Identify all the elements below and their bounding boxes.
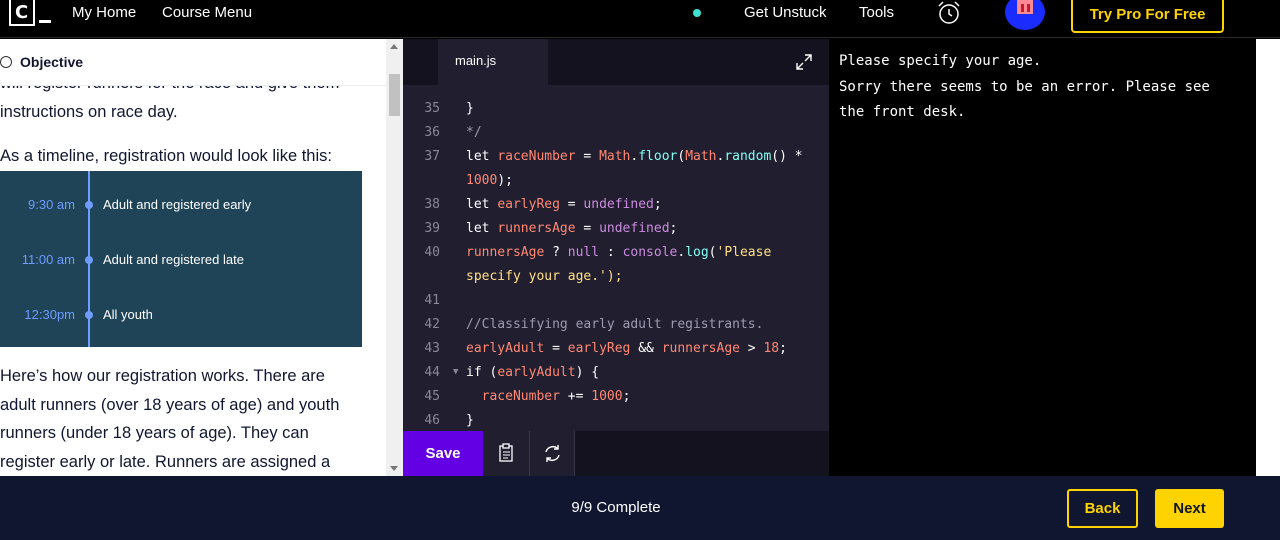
tab-main-js[interactable]: main.js [438, 39, 548, 85]
try-pro-button[interactable]: Try Pro For Free [1071, 0, 1224, 33]
clipboard-button[interactable] [483, 431, 530, 476]
line-number: 41 [424, 293, 440, 308]
refresh-icon [545, 445, 560, 462]
line-number: 45 [424, 389, 440, 404]
code-line: if (earlyAdult) { [466, 365, 600, 380]
codecademy-logo[interactable]: C [9, 0, 51, 28]
code-text: } [466, 101, 474, 116]
line-number: 39 [424, 221, 440, 236]
line-number: 46 [424, 413, 440, 428]
target-icon [0, 56, 12, 68]
scroll-thumb[interactable] [389, 74, 400, 116]
bottom-bar: 9/9 Complete Back Next [0, 476, 1280, 540]
objective-header: Objective [0, 39, 386, 86]
code-line: raceNumber += 1000; [481, 389, 631, 404]
timeline-intro: As a timeline, registration would look l… [0, 147, 332, 165]
avatar[interactable] [1005, 0, 1045, 30]
objective-title: Objective [20, 54, 84, 70]
fold-arrow-icon[interactable]: ▼ [453, 367, 458, 377]
console-output: Please specify your age. Sorry there see… [829, 39, 1256, 476]
code-line: 1000); [466, 173, 513, 188]
line-number: 42 [424, 317, 440, 332]
code-line: runnersAge ? null : console.log('Please [466, 245, 772, 260]
line-number: 36 [424, 125, 440, 140]
save-button[interactable]: Save [403, 431, 483, 476]
code-line: let raceNumber = Math.floor(Math.random(… [466, 149, 803, 164]
code-line: //Classifying early adult registrants. [466, 317, 764, 332]
refresh-button[interactable] [530, 431, 575, 476]
code-line: } [466, 413, 474, 428]
timeline-dot [85, 201, 93, 209]
code-line: let runnersAge = undefined; [466, 221, 678, 236]
logo-underscore [39, 20, 51, 23]
clipboard-icon [499, 443, 513, 462]
editor-footer: Save [403, 431, 829, 476]
code-line: specify your age.'); [466, 269, 623, 284]
timeline-time: 12:30pm [24, 307, 75, 322]
line-number: 35 [424, 101, 440, 116]
nav-my-home[interactable]: My Home [72, 4, 136, 21]
progress-status: 9/9 Complete [571, 499, 661, 516]
line-number: 38 [424, 197, 440, 212]
editor-tab-bar: main.js [403, 39, 829, 85]
logo-letter: C [15, 2, 29, 23]
code-area[interactable]: 35 } 36 */ 37 let raceNumber = Math.floo… [403, 95, 829, 431]
timeline-label: All youth [103, 307, 153, 322]
code-line: let earlyReg = undefined; [466, 197, 662, 212]
nav-tools[interactable]: Tools [859, 4, 894, 21]
timeline-dot [85, 311, 93, 319]
timeline-time: 9:30 am [28, 197, 75, 212]
code-line: earlyAdult = earlyReg && runnersAge > 18… [466, 341, 787, 356]
next-button[interactable]: Next [1155, 489, 1224, 528]
avatar-detail [1027, 4, 1030, 12]
top-navigation-bar: C My Home Course Menu Get Unstuck Tools … [0, 0, 1280, 38]
registration-timeline: 9:30 am Adult and registered early 11:00… [0, 171, 362, 347]
nav-get-unstuck[interactable]: Get Unstuck [744, 4, 827, 21]
code-line: */ [466, 125, 482, 140]
lesson-panel: Objective will register runners for the … [0, 39, 403, 476]
code-line: } [466, 101, 474, 116]
scroll-down-icon[interactable] [390, 466, 398, 471]
avatar-detail [1021, 4, 1024, 12]
line-number: 44 [424, 365, 440, 380]
timeline-dot [85, 256, 93, 264]
expand-icon[interactable] [795, 53, 813, 71]
timeline-time: 11:00 am [21, 252, 75, 267]
lesson-paragraph: Here’s how our registration works. There… [0, 367, 340, 471]
line-number: 37 [424, 149, 440, 164]
code-text: */ [466, 125, 482, 140]
line-number: 43 [424, 341, 440, 356]
line-number: 40 [424, 245, 440, 260]
avatar-face [1017, 0, 1033, 14]
timeline-label: Adult and registered early [103, 197, 252, 212]
right-gutter [1256, 39, 1280, 476]
timeline-label: Adult and registered late [103, 252, 244, 267]
status-dot [693, 9, 701, 17]
scroll-up-icon[interactable] [390, 44, 398, 49]
back-button[interactable]: Back [1067, 489, 1138, 528]
alarm-clock-icon[interactable] [936, 0, 962, 26]
nav-course-menu[interactable]: Course Menu [162, 4, 252, 21]
code-editor: main.js 35 } 36 */ 37 let raceNumber = M… [403, 39, 829, 476]
lesson-scrollbar[interactable] [386, 39, 403, 476]
